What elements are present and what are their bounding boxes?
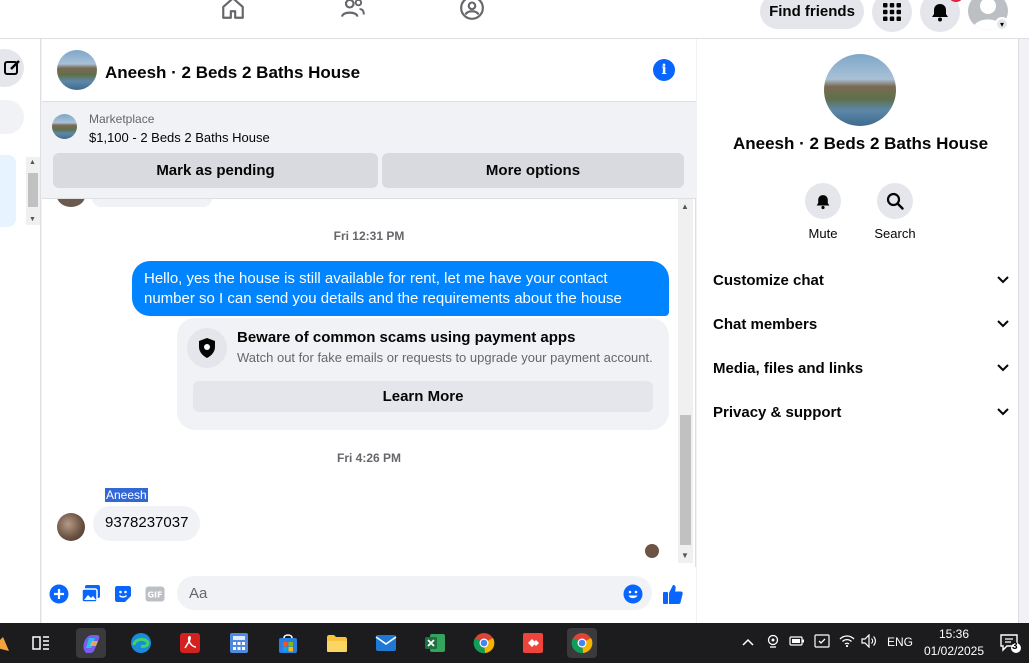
- chrome-icon[interactable]: [469, 628, 499, 658]
- sidebar-scrollbar[interactable]: ▲ ▼: [26, 157, 40, 225]
- find-friends-button[interactable]: Find friends: [760, 0, 864, 29]
- privacy-support-section[interactable]: Privacy & support: [713, 398, 1009, 426]
- message-list: Fri 12:31 PM Hello, yes the house is sti…: [42, 199, 696, 567]
- section-label: Privacy & support: [713, 403, 842, 421]
- chat-title[interactable]: Aneesh · 2 Beds 2 Baths House: [105, 63, 360, 83]
- marketplace-banner: Marketplace $1,100 - 2 Beds 2 Baths Hous…: [42, 102, 696, 199]
- search-button[interactable]: Search: [865, 183, 925, 241]
- section-label: Customize chat: [713, 271, 824, 289]
- top-nav-bar: Find friends ▾: [0, 0, 1029, 39]
- search-icon: [877, 183, 913, 219]
- bell-icon[interactable]: [920, 0, 960, 32]
- calculator-icon[interactable]: [224, 628, 254, 658]
- chat-header: Aneesh · 2 Beds 2 Baths House i: [42, 39, 696, 102]
- chevron-down-icon: [997, 405, 1009, 419]
- chat-avatar[interactable]: [57, 50, 97, 90]
- chevron-up-icon[interactable]: [742, 635, 754, 649]
- details-title: Aneesh · 2 Beds 2 Baths House: [732, 134, 989, 153]
- copilot-icon[interactable]: [76, 628, 106, 658]
- edge-icon[interactable]: [126, 628, 156, 658]
- chat-scrollbar[interactable]: ▲ ▼: [678, 199, 693, 563]
- chevron-down-icon: [997, 317, 1009, 331]
- message-composer: GIF Aa: [42, 567, 696, 623]
- chat-members-section[interactable]: Chat members: [713, 310, 1009, 338]
- page-scrollbar[interactable]: [1018, 39, 1029, 623]
- listing-thumbnail[interactable]: [52, 114, 77, 139]
- anydesk-icon[interactable]: [518, 628, 548, 658]
- excel-icon[interactable]: [420, 628, 450, 658]
- incoming-message[interactable]: 9378237037: [93, 506, 201, 541]
- home-icon[interactable]: [219, 0, 247, 22]
- svg-text:GIF: GIF: [147, 591, 162, 600]
- scam-warning-card: Beware of common scams using payment app…: [177, 318, 669, 430]
- marketplace-label: Marketplace: [89, 112, 155, 126]
- search-chats-field[interactable]: [0, 100, 24, 134]
- sticker-icon[interactable]: [112, 583, 134, 605]
- store-icon[interactable]: [273, 628, 303, 658]
- file-explorer-icon[interactable]: [322, 628, 352, 658]
- listing-title[interactable]: $1,100 - 2 Beds 2 Baths House: [89, 130, 270, 145]
- search-label: Search: [874, 226, 916, 241]
- scam-warning-title: Beware of common scams using payment app…: [237, 329, 576, 346]
- timestamp: Fri 4:26 PM: [336, 451, 402, 465]
- chat-list-sidebar: ▲ ▼: [0, 39, 41, 623]
- sender-name: Aneesh: [105, 488, 148, 502]
- groups-icon[interactable]: [458, 0, 486, 22]
- compose-icon[interactable]: [0, 49, 24, 87]
- bell-icon: [805, 183, 841, 219]
- chat-panel: Aneesh · 2 Beds 2 Baths House i Marketpl…: [42, 39, 696, 623]
- seen-indicator-avatar: [645, 544, 659, 558]
- photo-icon[interactable]: [80, 583, 102, 605]
- message-input[interactable]: Aa: [177, 576, 652, 610]
- security-icon[interactable]: [814, 634, 830, 651]
- message-bubble: [92, 199, 212, 207]
- more-options-button[interactable]: More options: [382, 153, 684, 188]
- info-icon[interactable]: i: [653, 59, 675, 81]
- gif-icon[interactable]: GIF: [144, 583, 166, 605]
- acrobat-icon[interactable]: [175, 628, 205, 658]
- media-files-links-section[interactable]: Media, files and links: [713, 354, 1009, 382]
- friends-icon[interactable]: [339, 0, 367, 22]
- wifi-icon[interactable]: [839, 634, 855, 651]
- notification-count-badge: 3: [1012, 641, 1018, 652]
- details-avatar[interactable]: [824, 54, 896, 126]
- mute-button[interactable]: Mute: [793, 183, 853, 241]
- thumbs-up-icon[interactable]: [662, 583, 684, 605]
- outgoing-message[interactable]: Hello, yes the house is still available …: [132, 261, 669, 316]
- language-indicator[interactable]: ENG: [887, 635, 913, 649]
- mute-label: Mute: [808, 226, 838, 241]
- windows-taskbar: ENG 15:36 01/02/2025 3: [0, 623, 1029, 663]
- customize-chat-section[interactable]: Customize chat: [713, 266, 1009, 294]
- selected-chat-item[interactable]: [0, 155, 16, 227]
- clock-date: 01/02/2025: [923, 644, 985, 658]
- task-view-icon[interactable]: [26, 628, 56, 658]
- chevron-down-icon: [997, 361, 1009, 375]
- emoji-icon[interactable]: [622, 583, 644, 605]
- clock-time: 15:36: [938, 627, 970, 641]
- chevron-down-icon: [997, 273, 1009, 287]
- section-label: Chat members: [713, 315, 818, 333]
- avatar: [57, 199, 85, 207]
- learn-more-button[interactable]: Learn More: [193, 381, 653, 412]
- chevron-down-icon[interactable]: ▾: [995, 17, 1009, 31]
- plus-icon[interactable]: [48, 583, 70, 605]
- webcam-icon[interactable]: [766, 634, 780, 651]
- battery-icon[interactable]: [789, 635, 805, 650]
- mail-icon[interactable]: [371, 628, 401, 658]
- timestamp: Fri 12:31 PM: [333, 229, 405, 243]
- volume-icon[interactable]: [861, 633, 877, 651]
- chrome-profile-icon[interactable]: [567, 628, 597, 658]
- shield-icon: [187, 328, 227, 368]
- section-label: Media, files and links: [713, 359, 864, 377]
- apps-grid-icon[interactable]: [872, 0, 912, 32]
- chat-details-panel: Aneesh · 2 Beds 2 Baths House Mute Searc…: [697, 39, 1029, 623]
- start-icon[interactable]: [0, 628, 16, 658]
- mark-as-pending-button[interactable]: Mark as pending: [53, 153, 378, 188]
- scam-warning-subtitle: Watch out for fake emails or requests to…: [237, 350, 653, 365]
- avatar[interactable]: [57, 513, 85, 541]
- clock[interactable]: 15:36 01/02/2025: [920, 626, 988, 660]
